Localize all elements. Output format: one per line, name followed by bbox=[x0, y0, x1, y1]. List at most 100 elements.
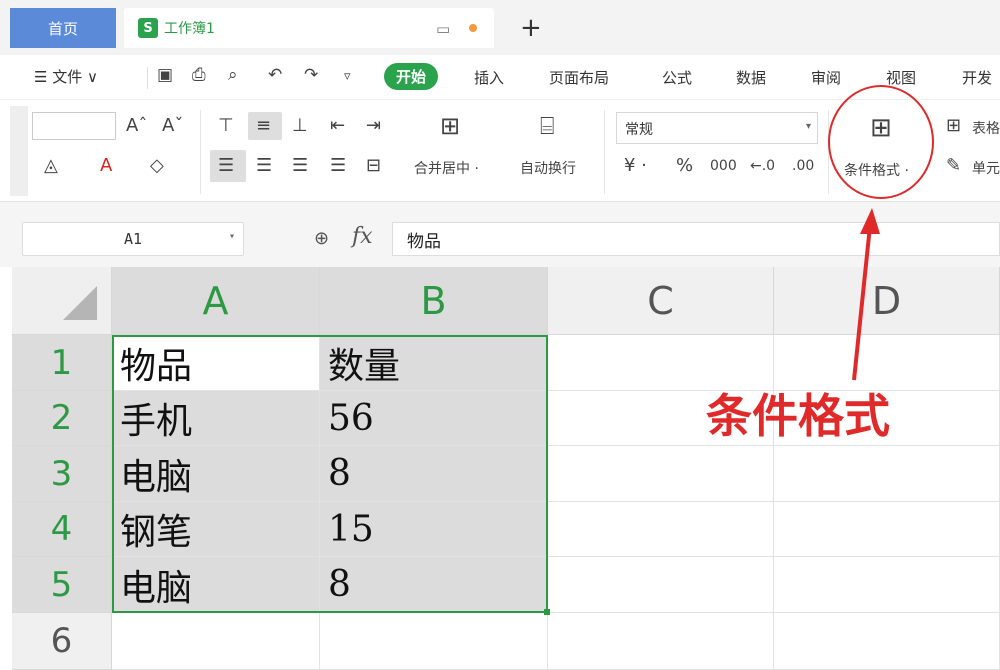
chevron-down-icon: ▾ bbox=[805, 121, 811, 132]
cell-b1[interactable]: 数量 bbox=[320, 335, 548, 391]
column-header-c[interactable]: C bbox=[548, 267, 774, 335]
tab-developer[interactable]: 开发 bbox=[962, 67, 992, 88]
merge-center-icon[interactable]: ⊞ bbox=[440, 114, 460, 138]
row-header-6[interactable]: 6 bbox=[12, 613, 112, 670]
tab-view[interactable]: 视图 bbox=[886, 67, 916, 88]
cell-b2[interactable]: 56 bbox=[320, 391, 548, 446]
formula-input[interactable]: 物品 bbox=[392, 222, 1000, 256]
tab-formulas[interactable]: 公式 bbox=[662, 67, 692, 88]
row-header-4[interactable]: 4 bbox=[12, 502, 112, 557]
cell-b5[interactable]: 8 bbox=[320, 557, 548, 613]
percent-icon[interactable]: % bbox=[676, 154, 693, 178]
unsaved-dot-icon bbox=[469, 24, 477, 32]
tab-bar: 首页 S 工作簿1 ▭ + bbox=[0, 0, 1000, 55]
thousands-icon[interactable]: 000 bbox=[710, 154, 737, 178]
cell-a1[interactable]: 物品 bbox=[112, 335, 320, 391]
cell-a6[interactable] bbox=[112, 613, 320, 670]
distributed-icon[interactable]: ⊟ bbox=[366, 154, 381, 178]
name-box-value: A1 bbox=[123, 230, 143, 248]
currency-icon[interactable]: ¥ · bbox=[624, 154, 647, 178]
cell-style-icon[interactable]: ✎ bbox=[946, 154, 961, 178]
align-center-icon[interactable]: ☰ bbox=[256, 154, 272, 178]
print-icon[interactable]: ⎙ bbox=[192, 65, 206, 85]
decrease-font-icon[interactable]: Aˇ bbox=[162, 114, 183, 138]
number-format-select[interactable]: 常规 ▾ bbox=[616, 112, 818, 144]
select-all-corner[interactable] bbox=[12, 267, 112, 335]
annotation-label: 条件格式 bbox=[706, 389, 890, 443]
cell-d4[interactable] bbox=[774, 502, 1000, 557]
cell-b4[interactable]: 15 bbox=[320, 502, 548, 557]
corner-triangle-icon bbox=[63, 286, 97, 320]
undo-icon[interactable]: ↶ bbox=[268, 65, 282, 85]
cell-c5[interactable] bbox=[548, 557, 774, 613]
ribbon-divider bbox=[604, 110, 605, 194]
table-style-button[interactable]: 表格 bbox=[972, 118, 1000, 138]
tab-data[interactable]: 数据 bbox=[736, 67, 766, 88]
ribbon-scroll-left[interactable] bbox=[10, 106, 28, 196]
tab-insert[interactable]: 插入 bbox=[474, 67, 504, 88]
cell-c4[interactable] bbox=[548, 502, 774, 557]
cell-a2[interactable]: 手机 bbox=[112, 391, 320, 446]
font-color-icon[interactable]: A bbox=[100, 154, 112, 178]
zoom-icon[interactable]: ⊕ bbox=[314, 228, 329, 249]
cell-d3[interactable] bbox=[774, 446, 1000, 502]
cell-b6[interactable] bbox=[320, 613, 548, 670]
merge-center-button[interactable]: 合并居中 · bbox=[414, 158, 479, 178]
print-preview-icon[interactable]: ⌕ bbox=[228, 65, 238, 85]
row-header-2[interactable]: 2 bbox=[12, 391, 112, 446]
tab-workbook-title: 工作簿1 bbox=[164, 21, 215, 37]
tab-review[interactable]: 审阅 bbox=[811, 67, 841, 88]
cell-a3[interactable]: 电脑 bbox=[112, 446, 320, 502]
menu-bar: ☰ 文件 ∨ ▣ ⎙ ⌕ ↶ ↷ ▿ 开始 插入 页面布局 公式 数据 审阅 视… bbox=[0, 55, 1000, 100]
increase-indent-icon[interactable]: ⇥ bbox=[366, 114, 381, 138]
decrease-decimal-icon[interactable]: .00 bbox=[792, 154, 814, 178]
increase-font-icon[interactable]: Aˆ bbox=[126, 114, 147, 138]
fx-icon[interactable]: fx bbox=[352, 224, 373, 249]
cell-b3[interactable]: 8 bbox=[320, 446, 548, 502]
decrease-indent-icon[interactable]: ⇤ bbox=[330, 114, 345, 138]
wrap-text-button[interactable]: 自动换行 bbox=[520, 158, 576, 178]
align-left-icon[interactable]: ☰ bbox=[218, 154, 234, 178]
row-header-1[interactable]: 1 bbox=[12, 335, 112, 391]
number-format-value: 常规 bbox=[625, 122, 653, 138]
justify-icon[interactable]: ☰ bbox=[330, 154, 346, 178]
tab-page-layout[interactable]: 页面布局 bbox=[549, 67, 609, 88]
align-right-icon[interactable]: ☰ bbox=[292, 154, 308, 178]
clear-format-icon[interactable]: ◇ bbox=[150, 154, 164, 178]
tab-workbook[interactable]: S 工作簿1 ▭ bbox=[124, 8, 494, 48]
cell-style-button[interactable]: 单元 bbox=[972, 158, 1000, 178]
align-top-icon[interactable]: ⊤ bbox=[218, 114, 234, 138]
name-box[interactable]: A1 ▾ bbox=[22, 222, 244, 256]
increase-decimal-icon[interactable]: ←.0 bbox=[750, 154, 775, 178]
highlight-circle bbox=[828, 85, 934, 199]
annotation-arrow bbox=[852, 208, 880, 381]
fill-color-icon[interactable]: ◬ bbox=[44, 154, 58, 178]
font-size-select[interactable] bbox=[32, 112, 116, 140]
comment-icon[interactable]: ▭ bbox=[436, 20, 450, 38]
row-header-3[interactable]: 3 bbox=[12, 446, 112, 502]
column-header-a[interactable]: A bbox=[112, 267, 320, 335]
align-bottom-icon[interactable]: ⊥ bbox=[292, 114, 308, 138]
menu-divider bbox=[147, 67, 148, 89]
row-header-5[interactable]: 5 bbox=[12, 557, 112, 613]
file-menu[interactable]: ☰ 文件 ∨ bbox=[34, 66, 98, 87]
tab-home[interactable]: 首页 bbox=[10, 8, 116, 48]
table-style-icon[interactable]: ⊞ bbox=[946, 114, 961, 138]
spreadsheet-icon: S bbox=[138, 18, 158, 38]
wrap-text-icon[interactable]: ⌸ bbox=[540, 114, 554, 138]
customize-toolbar-icon[interactable]: ▿ bbox=[344, 69, 351, 84]
new-tab-button[interactable]: + bbox=[520, 8, 542, 48]
fill-handle[interactable] bbox=[544, 609, 550, 615]
cell-c6[interactable] bbox=[548, 613, 774, 670]
cell-d6[interactable] bbox=[774, 613, 1000, 670]
save-icon[interactable]: ▣ bbox=[157, 65, 173, 85]
cell-a5[interactable]: 电脑 bbox=[112, 557, 320, 613]
cell-c3[interactable] bbox=[548, 446, 774, 502]
tab-start[interactable]: 开始 bbox=[384, 63, 439, 90]
redo-icon[interactable]: ↷ bbox=[304, 65, 318, 85]
cell-a4[interactable]: 钢笔 bbox=[112, 502, 320, 557]
cell-d5[interactable] bbox=[774, 557, 1000, 613]
chevron-down-icon: ▾ bbox=[228, 231, 235, 242]
column-header-b[interactable]: B bbox=[320, 267, 548, 335]
align-middle-icon[interactable]: ≡ bbox=[256, 114, 271, 138]
